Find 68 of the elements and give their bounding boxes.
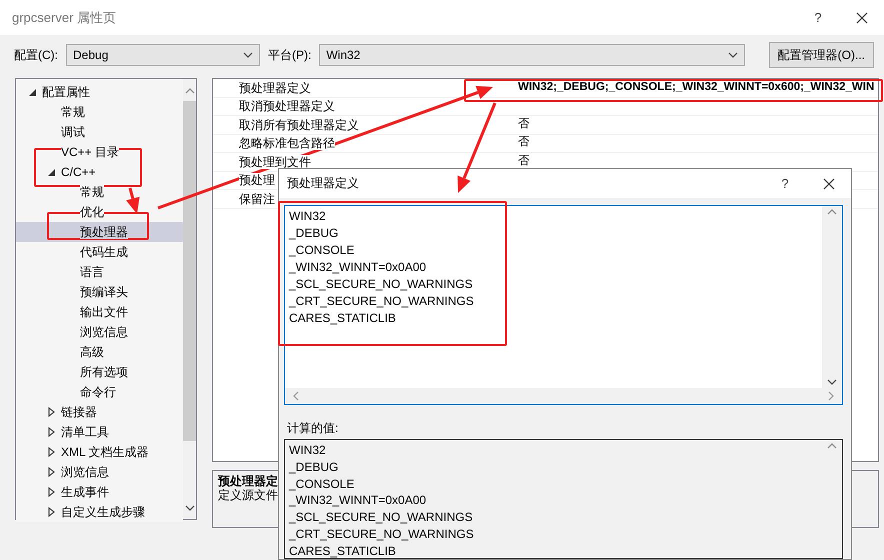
tree-item[interactable]: 自定义生成步骤 — [61, 504, 145, 520]
window-title: grpcserver 属性页 — [12, 10, 116, 26]
tree-item[interactable]: VC++ 目录 — [61, 144, 120, 160]
definition-line: _DEBUG — [289, 226, 340, 242]
help-button[interactable]: ? — [796, 4, 840, 32]
definition-line: _CRT_SECURE_NO_WARNINGS — [289, 294, 475, 310]
computed-line: CARES_STATICLIB — [289, 544, 397, 560]
property-name: 忽略标准包含路径 — [239, 136, 335, 150]
computed-label: 计算的值: — [287, 420, 340, 435]
tree-item[interactable]: 预编译头 — [80, 284, 128, 300]
computed-line: _CRT_SECURE_NO_WARNINGS — [289, 526, 475, 543]
description-text: 定义源文件 — [218, 488, 278, 502]
tree-item[interactable]: 预处理器 — [80, 224, 128, 240]
definition-line: WIN32 — [289, 209, 327, 226]
property-name: 取消预处理器定义 — [239, 99, 335, 114]
scroll-up-icon — [827, 209, 837, 216]
scroll-down-icon — [827, 378, 837, 385]
chevron-right-icon — [828, 390, 834, 401]
tree-item[interactable]: 所有选项 — [80, 364, 128, 380]
tree-item[interactable]: C/C++ — [61, 164, 96, 180]
scrollbar-thumb[interactable] — [183, 101, 196, 442]
scroll-up-icon — [827, 443, 837, 449]
computed-line: _SCL_SECURE_NO_WARNINGS — [289, 510, 474, 526]
close-icon[interactable] — [823, 178, 835, 190]
tree-item[interactable]: 浏览信息 — [80, 324, 128, 340]
platform-label: 平台(P): — [268, 48, 312, 62]
config-manager-button[interactable]: 配置管理器(O)... — [768, 42, 874, 68]
tree-item[interactable]: 调试 — [61, 124, 85, 140]
dialog-title: 预处理器定义 — [287, 176, 359, 191]
chevron-left-icon — [293, 390, 299, 401]
computed-line: WIN32 — [289, 443, 327, 459]
tree-item[interactable]: XML 文档生成器 — [61, 444, 149, 460]
help-button[interactable]: ? — [763, 170, 807, 198]
tree-item[interactable]: 浏览信息 — [61, 464, 109, 480]
property-name: 保留注 — [239, 192, 275, 206]
description-title: 预处理器定 — [218, 474, 278, 488]
tree-item[interactable]: 命令行 — [80, 384, 116, 400]
property-name: 预处理 — [239, 173, 275, 188]
property-name: 预处理到文件 — [239, 154, 311, 169]
scroll-up-icon — [184, 88, 194, 94]
tree-item[interactable]: 语言 — [80, 264, 104, 280]
tree-item[interactable]: 常规 — [80, 184, 104, 200]
property-name: 取消所有预处理器定义 — [239, 118, 359, 132]
definition-line: _CONSOLE — [289, 243, 356, 260]
property-name: 预处理器定义 — [239, 80, 311, 95]
computed-line: _WIN32_WINNT=0x0A00 — [289, 493, 428, 510]
tree-item[interactable]: 优化 — [80, 204, 104, 220]
tree-item[interactable]: 高级 — [80, 344, 104, 360]
config-label: 配置(C): — [14, 48, 58, 62]
tree-item[interactable]: 输出文件 — [80, 304, 128, 320]
arrow — [126, 188, 140, 214]
tree-item[interactable]: 常规 — [61, 104, 85, 120]
property-value: WIN32;_DEBUG;_CONSOLE;_WIN32_WINNT=0x600;_WIN32_WIN — [518, 80, 874, 95]
tree-item[interactable]: 代码生成 — [80, 244, 128, 260]
computed-line: _CONSOLE — [289, 476, 356, 493]
definition-line: _SCL_SECURE_NO_WARNINGS — [289, 277, 474, 294]
config-dropdown[interactable]: Debug — [66, 44, 260, 66]
definition-line: CARES_STATICLIB — [289, 311, 397, 328]
definition-line: _WIN32_WINNT=0x0A00 — [289, 260, 428, 276]
tree-item[interactable]: 配置属性 — [42, 84, 90, 100]
tree-item[interactable]: 清单工具 — [61, 424, 109, 440]
scroll-down-icon — [184, 505, 194, 512]
close-icon[interactable] — [856, 12, 868, 24]
definitions-field[interactable]: WIN32 _DEBUG _CONSOLE _WIN32_WINNT=0x0A00 _SCL_SECURE_NO_WARNINGS _CRT_SECURE_NO_WARNINGS CARES_STATICLIB — [284, 205, 843, 405]
tree-item[interactable]: 生成事件 — [61, 484, 109, 500]
tree-item[interactable]: 链接器 — [61, 404, 97, 420]
platform-dropdown[interactable]: Win32 — [319, 44, 746, 66]
computed-line: _DEBUG — [289, 460, 340, 476]
